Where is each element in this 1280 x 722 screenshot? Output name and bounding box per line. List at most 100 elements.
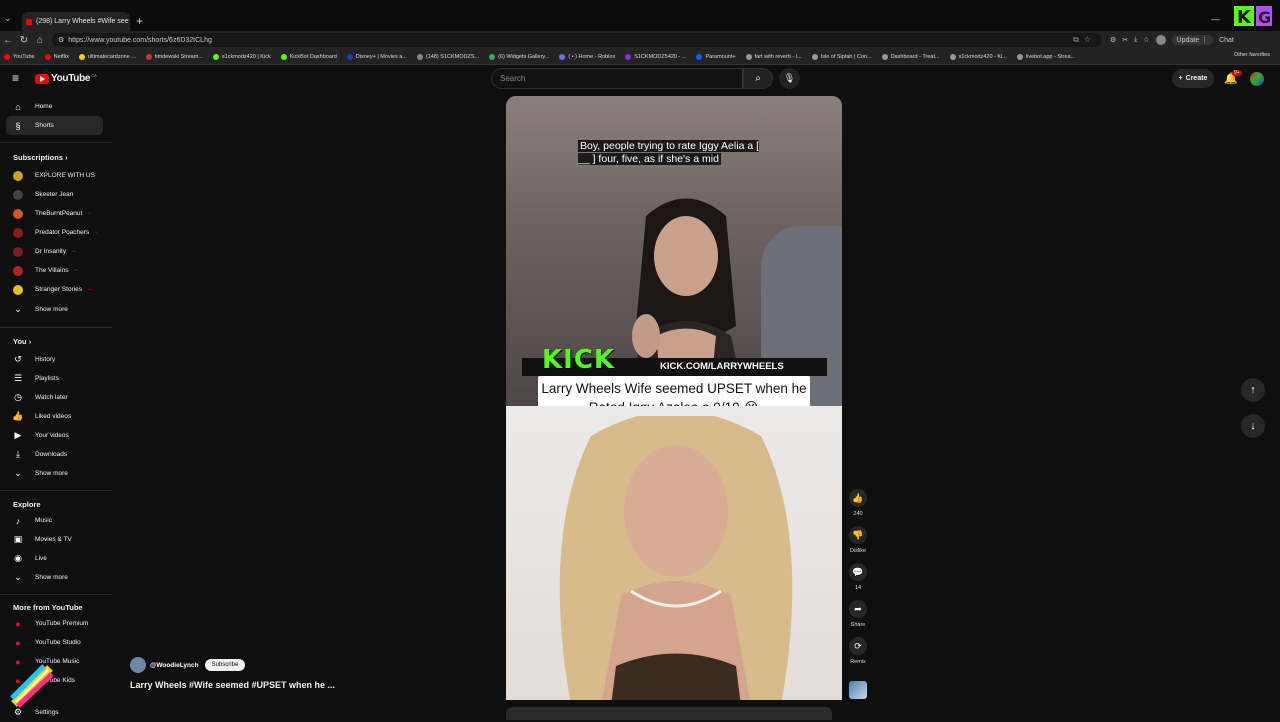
sidebar-item-you[interactable]: ☰ Playlists: [6, 369, 103, 388]
previous-short-arrow-icon[interactable]: ↑: [1241, 378, 1265, 402]
subscriptions-heading-label: Subscriptions: [13, 153, 64, 162]
profile-avatar[interactable]: [1155, 35, 1166, 45]
close-tab-icon[interactable]: ✕: [129, 17, 130, 26]
sidebar-item-you[interactable]: ◷ Watch later: [6, 388, 103, 407]
subscriptions-heading[interactable]: Subscriptions ›: [13, 153, 68, 162]
sidebar-item-subscription[interactable]: The Villains ••: [6, 261, 103, 280]
bookmark-favicon-icon: [44, 53, 51, 60]
bookmark-item[interactable]: ultimatecardzone ...: [78, 53, 136, 60]
sidebar-item-subscription[interactable]: Stranger Stories ••: [6, 280, 103, 299]
bookmark-item[interactable]: S1CKMODZ5420 - ...: [625, 53, 686, 60]
browser-tab-active[interactable]: (298) Larry Wheels #Wife see ✕: [22, 12, 130, 31]
account-avatar[interactable]: [1250, 72, 1264, 86]
bookmark-item[interactable]: livebot.app - Strea...: [1016, 53, 1075, 60]
new-tab-button[interactable]: +: [136, 14, 143, 28]
bookmark-item[interactable]: fart with reverb - l...: [745, 53, 802, 60]
home-icon: ⌂: [15, 101, 21, 112]
explore-heading[interactable]: Explore: [13, 500, 41, 509]
download-icon[interactable]: ⤓: [1134, 36, 1137, 44]
kick-logo: KICK: [542, 345, 616, 375]
more-from-youtube-heading[interactable]: More from YouTube: [13, 603, 83, 612]
hamburger-menu-icon[interactable]: ≡: [12, 72, 24, 84]
bookmark-item[interactable]: Isle of Siptah | Con...: [811, 53, 872, 60]
next-short-arrow-icon[interactable]: ↓: [1241, 414, 1265, 438]
create-button[interactable]: + Create: [1172, 69, 1214, 88]
sidebar-item-subscription[interactable]: Dr Insanity ••: [6, 242, 103, 261]
sidebar-item-subscription[interactable]: Predator Poachers •: [6, 223, 103, 242]
share-icon[interactable]: ➦: [849, 600, 867, 618]
comment-icon[interactable]: 💬: [849, 563, 867, 581]
dislike-icon[interactable]: 👎: [849, 526, 867, 544]
show-more-explore[interactable]: ⌄ Show more: [6, 568, 103, 587]
url-field[interactable]: ⚙ https://www.youtube.com/shorts/6z6D32t…: [52, 33, 1102, 47]
subscribe-button[interactable]: Subscribe: [204, 659, 246, 671]
sidebar-item-label: YouTube Premium: [35, 620, 89, 627]
you-heading[interactable]: You ›: [13, 337, 31, 346]
tab-search-dropdown[interactable]: ⌄: [4, 13, 16, 27]
sidebar-item-explore[interactable]: ▣ Movies & TV: [6, 530, 103, 549]
bookmark-item[interactable]: ( • ) Home - Roblox: [559, 53, 615, 60]
refresh-icon[interactable]: ↻: [16, 35, 32, 46]
bookmark-item[interactable]: YouTube: [4, 53, 35, 60]
update-button[interactable]: Update ⋮: [1171, 35, 1214, 45]
sidebar-item-subscription[interactable]: EXPLORE WITH US: [6, 166, 103, 185]
channel-avatar[interactable]: [130, 657, 146, 673]
sidebar-item-you[interactable]: ↺ History: [6, 350, 103, 369]
shorts-video-player[interactable]: Boy, people trying to rate Iggy Aelia a …: [506, 96, 842, 700]
extension-icon[interactable]: ⚙: [1110, 36, 1116, 44]
bookmark-label: fart with reverb - l...: [754, 53, 802, 60]
remix-icon[interactable]: ⟳: [849, 637, 867, 655]
channel-avatar: [13, 265, 23, 276]
share-action: ➦ Share: [849, 600, 867, 628]
bookmark-item[interactable]: (148) S1CKMODZS...: [416, 53, 479, 60]
search-input[interactable]: Search: [491, 68, 743, 89]
microphone-icon[interactable]: 🎙: [779, 68, 800, 89]
sidebar-item-subscription[interactable]: TheBurntPeanut •: [6, 204, 103, 223]
extension-icon-2[interactable]: ✂: [1122, 36, 1128, 44]
back-icon[interactable]: ←: [0, 35, 16, 46]
bookmark-item[interactable]: s1ckmodz420 - Ki...: [949, 53, 1007, 60]
bookmark-item[interactable]: (6) Widgets Gallery...: [489, 53, 549, 60]
sidebar-item-shorts[interactable]: § Shorts: [6, 116, 103, 135]
home-browser-icon[interactable]: ⌂: [32, 35, 48, 46]
bookmark-label: KickBot Dashboard: [289, 53, 337, 60]
channel-avatar: [13, 246, 23, 257]
search-icon[interactable]: ⌕: [743, 68, 773, 89]
like-icon[interactable]: 👍: [849, 489, 867, 507]
youtube-favicon-icon: [26, 18, 32, 25]
sidebar-item-explore[interactable]: ♪ Music: [6, 511, 103, 530]
sidebar: ⌂ Home § Shorts Subscriptions › EXPLORE WITH …: [0, 93, 112, 720]
bookmark-item[interactable]: KickBot Dashboard: [280, 53, 337, 60]
other-favorites-folder[interactable]: Other favorites: [1234, 52, 1270, 58]
bookmark-item[interactable]: Paramount+: [696, 53, 736, 60]
sidebar-item-explore[interactable]: ◉ Live: [6, 549, 103, 568]
youtube-logo[interactable]: YouTube CA: [35, 73, 97, 84]
sidebar-item-label: History: [35, 356, 56, 363]
sidebar-item-subscription[interactable]: Skeeter Jean: [6, 185, 103, 204]
minimize-button[interactable]: —: [1211, 14, 1220, 24]
show-more-you[interactable]: ⌄ Show more: [6, 464, 103, 483]
sidebar-item-you[interactable]: ⤓ Downloads: [6, 445, 103, 464]
show-more-subscriptions[interactable]: ⌄ Show more: [6, 300, 103, 319]
bookmark-item[interactable]: Netflix: [44, 53, 69, 60]
bookmark-item[interactable]: Disney+ | Movies a...: [346, 53, 407, 60]
bookmark-favicon-icon: [145, 53, 152, 60]
channel-name[interactable]: @WoodieLynch: [150, 662, 199, 669]
bookmark-item[interactable]: Dashboard - Treat...: [881, 53, 940, 60]
sidebar-item-you[interactable]: ▶ Your videos: [6, 426, 103, 445]
sidebar-item-you[interactable]: 👍 Liked videos: [6, 407, 103, 426]
bookmarks-icon[interactable]: ☆: [1143, 36, 1149, 44]
bookmark-item[interactable]: timdewski Stream...: [145, 53, 203, 60]
search-placeholder: Search: [500, 74, 526, 83]
site-info-icon[interactable]: ⚙: [58, 36, 64, 44]
sidebar-item-home[interactable]: ⌂ Home: [6, 97, 103, 116]
sidebar-item-more[interactable]: ● YouTube Studio: [6, 633, 103, 652]
next-short-preview[interactable]: [506, 707, 832, 720]
bookmark-item[interactable]: s1ckmodz420 | Kick: [212, 53, 271, 60]
short-title[interactable]: Larry Wheels #Wife seemed #UPSET when he…: [130, 680, 335, 690]
omnibox-icons[interactable]: ⧉☆: [1073, 35, 1096, 45]
sidebar-item-more[interactable]: ● YouTube Premium: [6, 614, 103, 633]
sidebar-you-icon: ☰: [13, 373, 23, 383]
sound-thumbnail[interactable]: [849, 681, 867, 699]
chat-button[interactable]: Chat: [1219, 37, 1234, 44]
